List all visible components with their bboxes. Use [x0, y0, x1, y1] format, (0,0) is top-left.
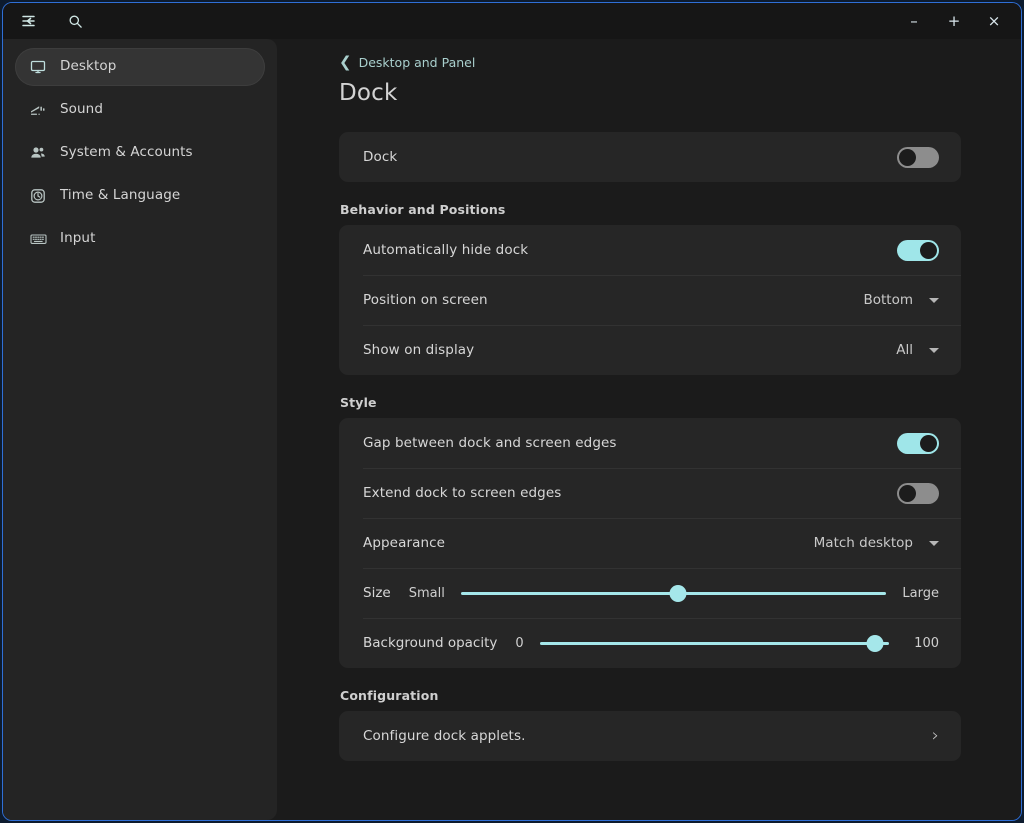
- size-max-label: Large: [902, 585, 939, 601]
- row-dock: Dock: [339, 132, 961, 182]
- show-on-display-value: All: [896, 342, 913, 358]
- size-slider[interactable]: [460, 583, 887, 603]
- maximize-button[interactable]: +: [943, 10, 965, 32]
- show-on-display-dropdown[interactable]: All: [896, 342, 939, 358]
- row-label-configure-dock-applets: Configure dock applets.: [363, 728, 526, 744]
- chevron-down-icon: [929, 297, 939, 303]
- chevron-down-icon: [929, 540, 939, 546]
- section-heading-configuration: Configuration: [340, 688, 439, 703]
- gap-toggle[interactable]: [897, 432, 939, 454]
- row-extend-dock-to-screen-edges: Extend dock to screen edges: [339, 468, 961, 518]
- row-appearance: Appearance Match desktop: [339, 518, 961, 568]
- row-label-appearance: Appearance: [363, 535, 446, 551]
- clock-icon: [29, 187, 47, 205]
- section-configuration: Configuration Configure dock applets. ›: [339, 688, 961, 761]
- row-label-position-on-screen: Position on screen: [363, 292, 488, 308]
- keyboard-icon: [29, 230, 47, 248]
- window-body: Desktop Sound System & Accounts Time & L…: [3, 39, 1021, 820]
- sidebar: Desktop Sound System & Accounts Time & L…: [3, 39, 277, 820]
- size-slider-handle[interactable]: [669, 584, 687, 602]
- configuration-card: Configure dock applets. ›: [339, 711, 961, 761]
- monitor-icon: [29, 58, 47, 76]
- opacity-slider-row: Background opacity 0 100: [363, 633, 939, 653]
- row-gap-between-dock-and-screen-edges: Gap between dock and screen edges: [339, 418, 961, 468]
- sidebar-item-desktop[interactable]: Desktop: [15, 48, 265, 86]
- row-label-auto-hide-dock: Automatically hide dock: [363, 242, 529, 258]
- sidebar-item-label: Sound: [60, 101, 104, 118]
- settings-window: – + × Desktop Sound System & Accounts Ti…: [2, 2, 1022, 821]
- extend-dock-toggle[interactable]: [897, 482, 939, 504]
- position-on-screen-value: Bottom: [863, 292, 913, 308]
- row-background-opacity: Background opacity 0 100: [339, 618, 961, 668]
- row-show-on-display: Show on display All: [339, 325, 961, 375]
- row-label-show-on-display: Show on display: [363, 342, 475, 358]
- size-min-label: Small: [408, 585, 445, 601]
- dock-master-card: Dock: [339, 132, 961, 182]
- opacity-slider-track: [539, 641, 889, 645]
- row-label-extend: Extend dock to screen edges: [363, 485, 562, 501]
- sidebar-item-label: System & Accounts: [60, 144, 193, 161]
- section-behavior-and-positions: Behavior and Positions Automatically hid…: [339, 202, 961, 375]
- row-label-background-opacity: Background opacity: [363, 635, 498, 651]
- page-title: Dock: [339, 80, 398, 106]
- opacity-max-label: 100: [914, 635, 939, 651]
- row-position-on-screen: Position on screen Bottom: [339, 275, 961, 325]
- people-icon: [29, 144, 47, 162]
- breadcrumb[interactable]: ❮ Desktop and Panel: [339, 52, 961, 71]
- titlebar-left-icons: [19, 11, 85, 31]
- sidebar-item-sound[interactable]: Sound: [15, 91, 265, 129]
- sidebar-item-time-and-language[interactable]: Time & Language: [15, 177, 265, 215]
- window-controls: – + ×: [903, 10, 1011, 32]
- chevron-down-icon: [929, 347, 939, 353]
- section-heading-behavior: Behavior and Positions: [340, 202, 506, 217]
- section-style: Style Gap between dock and screen edges …: [339, 395, 961, 668]
- behavior-card: Automatically hide dock Position on scre…: [339, 225, 961, 375]
- dock-toggle[interactable]: [897, 146, 939, 168]
- row-label-gap: Gap between dock and screen edges: [363, 435, 617, 451]
- minimize-button[interactable]: –: [903, 10, 925, 32]
- close-button[interactable]: ×: [983, 10, 1005, 32]
- row-label-size: Size: [363, 585, 391, 601]
- window-titlebar: – + ×: [3, 3, 1021, 39]
- position-on-screen-dropdown[interactable]: Bottom: [863, 292, 939, 308]
- sound-icon: [29, 101, 47, 119]
- row-configure-dock-applets[interactable]: Configure dock applets. ›: [339, 711, 961, 761]
- chevron-right-icon: ›: [931, 725, 939, 746]
- row-auto-hide-dock: Automatically hide dock: [339, 225, 961, 275]
- main-content: ❮ Desktop and Panel Dock Dock Behavior a…: [277, 39, 1021, 820]
- sidebar-item-system-and-accounts[interactable]: System & Accounts: [15, 134, 265, 172]
- style-card: Gap between dock and screen edges Extend…: [339, 418, 961, 668]
- section-heading-style: Style: [340, 395, 377, 410]
- sidebar-item-label: Input: [60, 230, 96, 247]
- opacity-slider[interactable]: [539, 633, 889, 653]
- auto-hide-dock-toggle[interactable]: [897, 239, 939, 261]
- appearance-value: Match desktop: [813, 535, 913, 551]
- opacity-min-label: 0: [515, 635, 524, 651]
- size-slider-row: Size Small Large: [363, 583, 939, 603]
- sidebar-item-label: Desktop: [60, 58, 117, 75]
- sidebar-item-label: Time & Language: [60, 187, 181, 204]
- row-size: Size Small Large: [339, 568, 961, 618]
- search-icon[interactable]: [65, 11, 85, 31]
- opacity-slider-handle[interactable]: [866, 634, 884, 652]
- back-chevron-icon: ❮: [339, 52, 352, 71]
- sidebar-item-input[interactable]: Input: [15, 220, 265, 258]
- hamburger-menu-icon[interactable]: [19, 11, 39, 31]
- appearance-dropdown[interactable]: Match desktop: [814, 535, 939, 551]
- row-label-dock: Dock: [363, 149, 398, 165]
- breadcrumb-label: Desktop and Panel: [358, 55, 476, 70]
